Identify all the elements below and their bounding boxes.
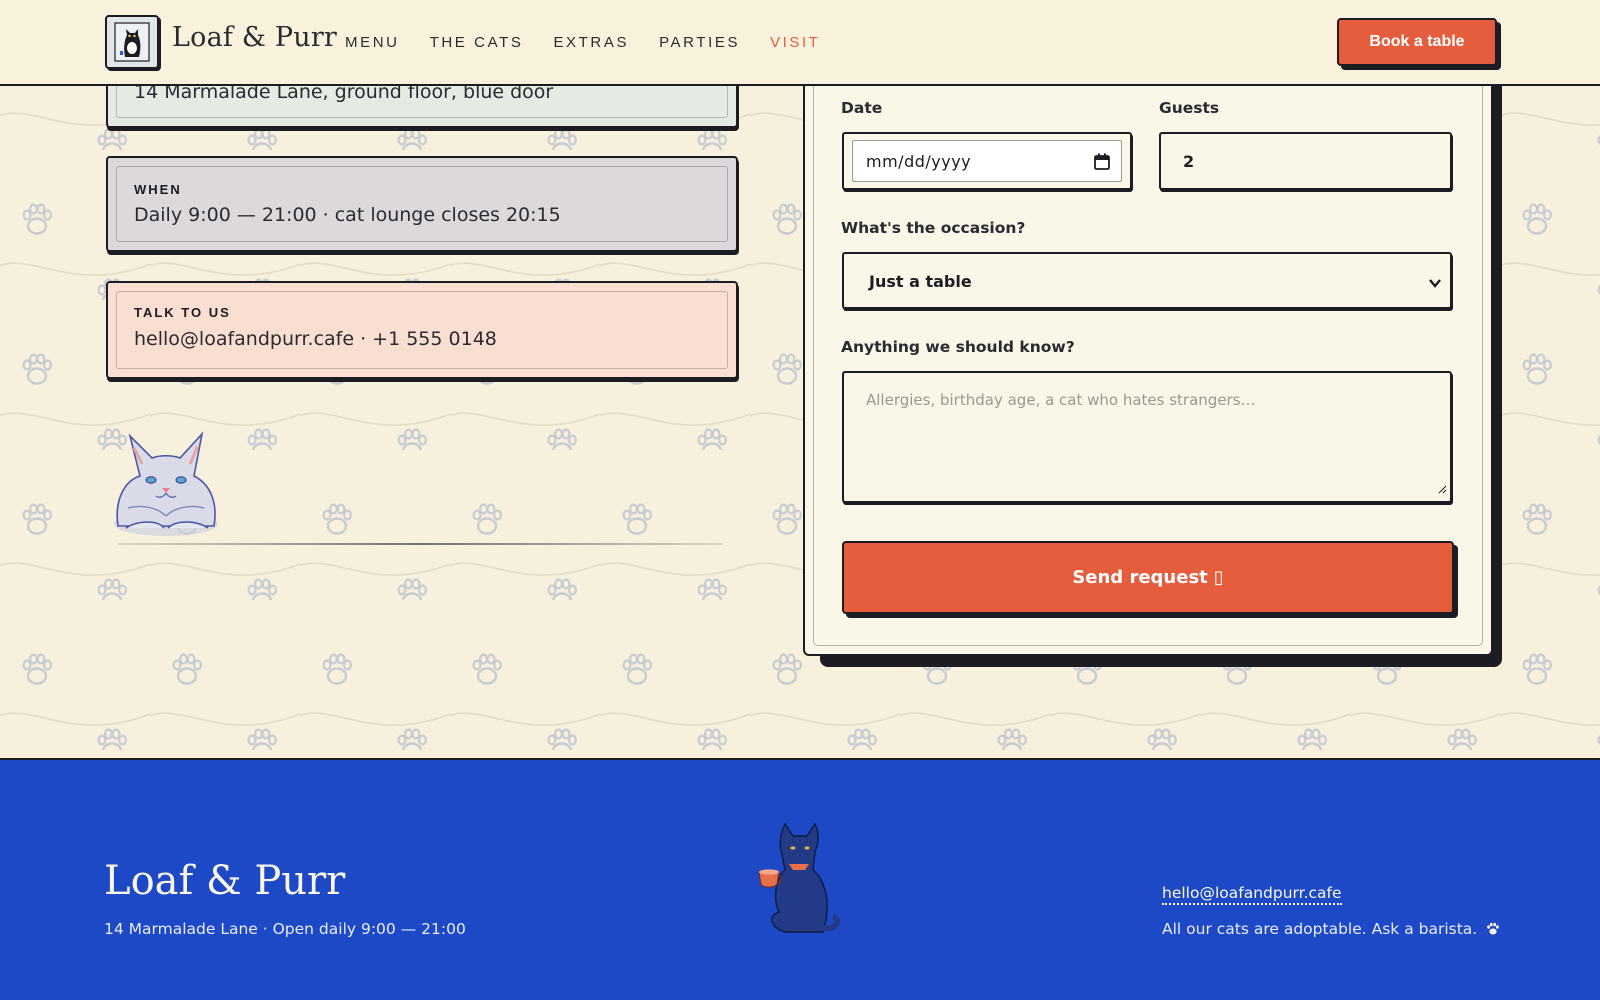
when-value: Daily 9:00 — 21:00 · cat lounge closes 2… xyxy=(134,204,561,226)
resize-handle-icon[interactable] xyxy=(1437,479,1447,498)
paw-print-icon xyxy=(1482,920,1500,938)
date-placeholder: mm/dd/yyyy xyxy=(866,152,972,171)
when-label: WHEN xyxy=(134,182,182,197)
footer-email-link[interactable]: hello@loafandpurr.cafe xyxy=(1162,884,1342,905)
chevron-down-icon xyxy=(1428,274,1442,293)
footer-brand: Loaf & Purr xyxy=(104,858,346,904)
site-header: Loaf & Purr MENU THE CATS EXTRAS PARTIES… xyxy=(0,0,1600,86)
send-request-label: Send request xyxy=(1072,567,1208,588)
nav-the-cats[interactable]: THE CATS xyxy=(430,34,524,51)
guests-label: Guests xyxy=(1159,99,1220,117)
main-nav: MENU THE CATS EXTRAS PARTIES VISIT xyxy=(345,34,821,51)
nav-extras[interactable]: EXTRAS xyxy=(553,34,629,51)
calendar-icon[interactable] xyxy=(1094,153,1110,174)
send-glyph: ▯ xyxy=(1213,567,1224,588)
cat-logo-icon[interactable] xyxy=(105,15,159,69)
footer-address: 14 Marmalade Lane · Open daily 9:00 — 21… xyxy=(104,920,466,938)
notes-placeholder: Allergies, birthday age, a cat who hates… xyxy=(866,391,1256,409)
occasion-select[interactable]: Just a table xyxy=(842,252,1452,309)
occasion-selected-value: Just a table xyxy=(869,272,972,291)
guests-value: 2 xyxy=(1183,152,1195,171)
send-request-button[interactable]: Send request ▯ xyxy=(842,541,1454,614)
site-footer: Loaf & Purr 14 Marmalade Lane · Open dai… xyxy=(0,758,1600,1000)
nav-visit[interactable]: VISIT xyxy=(770,34,821,51)
occasion-label: What's the occasion? xyxy=(841,219,1026,237)
talk-label: TALK TO US xyxy=(134,305,231,320)
date-label: Date xyxy=(841,99,883,117)
brand-wordmark[interactable]: Loaf & Purr xyxy=(172,22,337,53)
when-card: WHEN Daily 9:00 — 21:00 · cat lounge clo… xyxy=(106,156,738,252)
nav-parties[interactable]: PARTIES xyxy=(659,34,740,51)
nav-menu[interactable]: MENU xyxy=(345,34,400,51)
notes-label: Anything we should know? xyxy=(841,338,1075,356)
grey-cat-illustration xyxy=(108,428,223,544)
guests-input[interactable]: 2 xyxy=(1159,132,1452,190)
black-cat-with-teacup-illustration xyxy=(757,820,847,944)
date-input[interactable]: mm/dd/yyyy xyxy=(842,132,1132,190)
book-table-button[interactable]: Book a table xyxy=(1337,18,1497,66)
section-divider xyxy=(118,543,723,545)
notes-textarea[interactable]: Allergies, birthday age, a cat who hates… xyxy=(842,371,1452,503)
talk-value: hello@loafandpurr.cafe · +1 555 0148 xyxy=(134,328,497,350)
talk-to-us-card: TALK TO US hello@loafandpurr.cafe · +1 5… xyxy=(106,281,738,379)
footer-note: All our cats are adoptable. Ask a barist… xyxy=(1162,920,1500,938)
footer-note-text: All our cats are adoptable. Ask a barist… xyxy=(1162,920,1478,938)
